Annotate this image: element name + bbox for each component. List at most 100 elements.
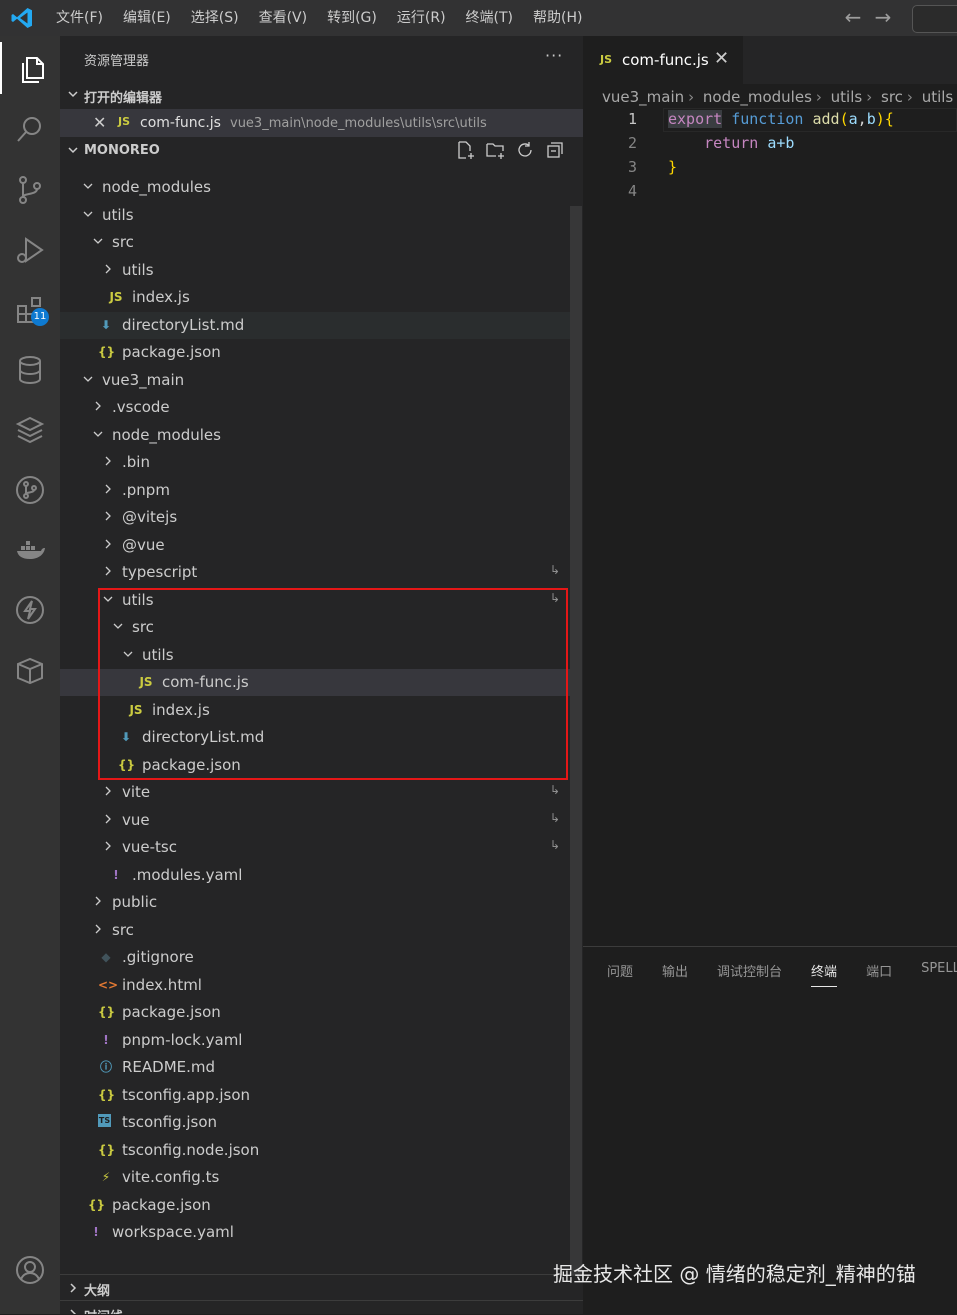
layers-button[interactable] xyxy=(0,402,60,454)
tree-item[interactable]: ⓘ README.md xyxy=(60,1054,570,1081)
open-editor-item[interactable]: ✕ JS com-func.js vue3_main\node_modules\… xyxy=(60,109,583,137)
symlink-icon: ↳ xyxy=(550,810,561,825)
tree-item[interactable]: @vitejs xyxy=(60,504,570,531)
git-graph-button[interactable] xyxy=(0,462,60,514)
tree-item-label: vite xyxy=(122,783,151,801)
panel-tab[interactable]: 问题 xyxy=(607,961,633,987)
tab-com-func-js[interactable]: JS com-func.js ✕ xyxy=(583,36,743,84)
tree-item[interactable]: {} package.json xyxy=(60,339,570,366)
package-button[interactable] xyxy=(0,642,60,694)
source-control-button[interactable] xyxy=(0,162,60,214)
docker-button[interactable] xyxy=(0,522,60,574)
back-arrow-icon[interactable]: ← xyxy=(838,0,868,36)
search-button[interactable] xyxy=(0,102,60,154)
sidebar-scrollbar[interactable] xyxy=(570,206,582,1276)
navigation-arrows: ← → xyxy=(838,0,898,36)
accounts-button[interactable] xyxy=(0,1242,60,1294)
tree-item[interactable]: public xyxy=(60,889,570,916)
tree-item[interactable]: .vscode xyxy=(60,394,570,421)
tree-item[interactable]: typescript ↳ xyxy=(60,559,570,586)
open-editor-name: com-func.js xyxy=(140,115,221,131)
tree-item[interactable]: ⚡ vite.config.ts xyxy=(60,1164,570,1191)
extensions-button[interactable] xyxy=(0,282,60,334)
tree-item[interactable]: @vue xyxy=(60,532,570,559)
tree-item[interactable]: vue3_main xyxy=(60,367,570,394)
menu-go[interactable]: 转到(G) xyxy=(317,0,387,36)
tree-item[interactable]: {} tsconfig.node.json xyxy=(60,1137,570,1164)
tree-item[interactable]: TS tsconfig.json xyxy=(60,1109,570,1136)
line-number: 1 xyxy=(627,110,637,128)
keyword-return: return xyxy=(704,134,759,152)
open-editors-label: 打开的编辑器 xyxy=(84,91,163,106)
refresh-icon[interactable] xyxy=(515,140,535,160)
tree-item[interactable]: {} package.json xyxy=(60,1192,570,1219)
close-tab-icon[interactable]: ✕ xyxy=(714,48,729,69)
panel-tab[interactable]: 输出 xyxy=(662,961,688,987)
tree-item[interactable]: node_modules xyxy=(60,174,570,201)
breadcrumb-item[interactable]: utils xyxy=(831,88,863,106)
tree-item-label: @vitejs xyxy=(122,508,178,526)
tree-item[interactable]: utils xyxy=(60,257,570,284)
tree-item[interactable]: utils xyxy=(60,202,570,229)
tree-item[interactable]: ◆ .gitignore xyxy=(60,944,570,971)
thunder-client-button[interactable] xyxy=(0,582,60,634)
menu-terminal[interactable]: 终端(T) xyxy=(456,0,523,36)
forward-arrow-icon[interactable]: → xyxy=(868,0,898,36)
tree-item[interactable]: src xyxy=(60,917,570,944)
menu-selection[interactable]: 选择(S) xyxy=(181,0,249,36)
menu-file[interactable]: 文件(F) xyxy=(46,0,113,36)
panel-tab[interactable]: 端口 xyxy=(866,961,892,987)
tree-item[interactable]: vue ↳ xyxy=(60,807,570,834)
tree-item[interactable]: .pnpm xyxy=(60,477,570,504)
close-icon[interactable]: ✕ xyxy=(93,113,106,132)
outline-header[interactable]: 大纲 xyxy=(60,1274,583,1301)
menu-help[interactable]: 帮助(H) xyxy=(523,0,592,36)
tree-item[interactable]: node_modules xyxy=(60,422,570,449)
js-file-icon: JS xyxy=(118,115,131,128)
json-file-icon: {} xyxy=(98,1142,116,1157)
tree-item[interactable]: JS index.js xyxy=(60,284,570,311)
account-icon xyxy=(16,1256,44,1284)
database-button[interactable] xyxy=(0,342,60,394)
breadcrumb-item[interactable]: src xyxy=(881,88,903,106)
tree-item[interactable]: {} package.json xyxy=(60,999,570,1026)
tree-item[interactable]: ! .modules.yaml xyxy=(60,862,570,889)
panel-tab[interactable]: 终端 xyxy=(811,961,838,987)
menu-view[interactable]: 查看(V) xyxy=(249,0,318,36)
menu-run[interactable]: 运行(R) xyxy=(387,0,456,36)
tree-item[interactable]: vite ↳ xyxy=(60,779,570,806)
new-folder-icon[interactable] xyxy=(485,140,505,160)
menu-edit[interactable]: 编辑(E) xyxy=(113,0,181,36)
tree-item[interactable]: ! workspace.yaml xyxy=(60,1219,570,1246)
json-file-icon: {} xyxy=(88,1197,106,1212)
breadcrumb-item[interactable]: node_modules xyxy=(703,88,812,106)
tree-item[interactable]: .bin xyxy=(60,449,570,476)
tree-item[interactable]: ! pnpm-lock.yaml xyxy=(60,1027,570,1054)
tree-item[interactable]: vue-tsc ↳ xyxy=(60,834,570,861)
explorer-button[interactable] xyxy=(0,42,60,94)
tree-item[interactable]: <> index.html xyxy=(60,972,570,999)
tree-item[interactable]: src xyxy=(60,229,570,256)
panel-tab[interactable]: SPELL xyxy=(921,961,957,987)
chevron-right-icon xyxy=(105,566,111,576)
timeline-header[interactable]: 时间线 xyxy=(60,1300,583,1314)
chevron-down-icon xyxy=(93,238,103,244)
run-debug-button[interactable] xyxy=(0,222,60,274)
command-center[interactable] xyxy=(912,5,957,33)
breadcrumb-item[interactable]: utils xyxy=(922,88,954,106)
function-name: add xyxy=(812,110,840,128)
tree-item-label: utils xyxy=(102,205,134,224)
tree-item[interactable]: {} tsconfig.app.json xyxy=(60,1082,570,1109)
paren-open: ( xyxy=(839,110,849,128)
editor-tabs: JS com-func.js ✕ xyxy=(583,36,957,84)
paren-close: ) xyxy=(875,110,885,128)
new-file-icon[interactable] xyxy=(455,140,475,160)
open-editors-header[interactable]: 打开的编辑器 xyxy=(60,82,583,108)
breadcrumb-item[interactable]: vue3_main xyxy=(602,88,684,106)
yaml-file-icon: ! xyxy=(93,1225,99,1239)
panel-tab[interactable]: 调试控制台 xyxy=(717,961,782,987)
tree-item-label: @vue xyxy=(122,535,165,554)
collapse-all-icon[interactable] xyxy=(545,140,565,160)
tree-item[interactable]: ⬇ directoryList.md xyxy=(60,311,570,339)
more-actions-icon[interactable]: ··· xyxy=(545,46,563,65)
